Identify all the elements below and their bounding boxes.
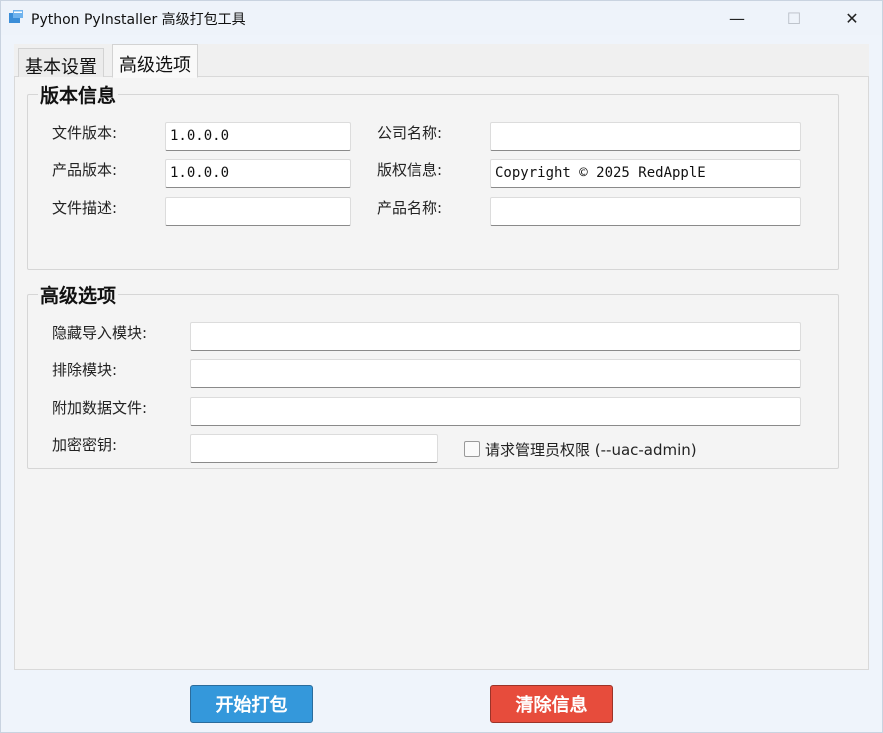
- minimize-icon: —: [729, 8, 745, 28]
- title-bar: Python PyInstaller 高级打包工具 — ☐ ✕: [1, 1, 882, 35]
- advanced-options-title: 高级选项: [38, 281, 119, 308]
- file-version-field[interactable]: 1.0.0.0: [165, 122, 351, 151]
- uac-admin-checkbox[interactable]: [464, 441, 480, 457]
- minimize-button[interactable]: —: [714, 1, 760, 35]
- close-icon: ✕: [845, 8, 859, 28]
- tab-strip: 基本设置 高级选项: [14, 44, 869, 78]
- copyright-label: 版权信息:: [377, 161, 443, 179]
- product-name-field[interactable]: [490, 197, 801, 226]
- exclude-modules-field[interactable]: [190, 359, 801, 388]
- file-version-label: 文件版本:: [52, 124, 118, 142]
- tab-basic-settings[interactable]: 基本设置: [18, 48, 104, 78]
- file-desc-label: 文件描述:: [52, 199, 118, 217]
- clear-info-button[interactable]: 清除信息: [490, 685, 613, 723]
- version-info-title: 版本信息: [38, 81, 119, 108]
- encryption-key-label: 加密密钥:: [52, 436, 118, 454]
- company-field[interactable]: [490, 122, 801, 151]
- uac-admin-label[interactable]: 请求管理员权限 (--uac-admin): [485, 439, 697, 460]
- app-window: Python PyInstaller 高级打包工具 — ☐ ✕ 基本设置 高级选…: [0, 0, 883, 733]
- start-packaging-button[interactable]: 开始打包: [190, 685, 313, 723]
- hidden-imports-label: 隐藏导入模块:: [52, 324, 148, 342]
- company-label: 公司名称:: [377, 124, 443, 142]
- add-data-label: 附加数据文件:: [52, 399, 148, 417]
- encryption-key-field[interactable]: [190, 434, 438, 463]
- product-version-label: 产品版本:: [52, 161, 118, 179]
- product-version-field[interactable]: 1.0.0.0: [165, 159, 351, 188]
- product-name-label: 产品名称:: [377, 199, 443, 217]
- app-icon: [9, 10, 23, 23]
- copyright-field[interactable]: Copyright © 2025 RedApplE: [490, 159, 801, 188]
- file-desc-field[interactable]: [165, 197, 351, 226]
- maximize-button[interactable]: ☐: [771, 1, 817, 35]
- tab-advanced-options[interactable]: 高级选项: [112, 44, 198, 78]
- exclude-modules-label: 排除模块:: [52, 361, 118, 379]
- maximize-icon: ☐: [786, 8, 802, 28]
- window-title: Python PyInstaller 高级打包工具: [31, 12, 246, 28]
- add-data-field[interactable]: [190, 397, 801, 426]
- close-button[interactable]: ✕: [829, 1, 875, 35]
- hidden-imports-field[interactable]: [190, 322, 801, 351]
